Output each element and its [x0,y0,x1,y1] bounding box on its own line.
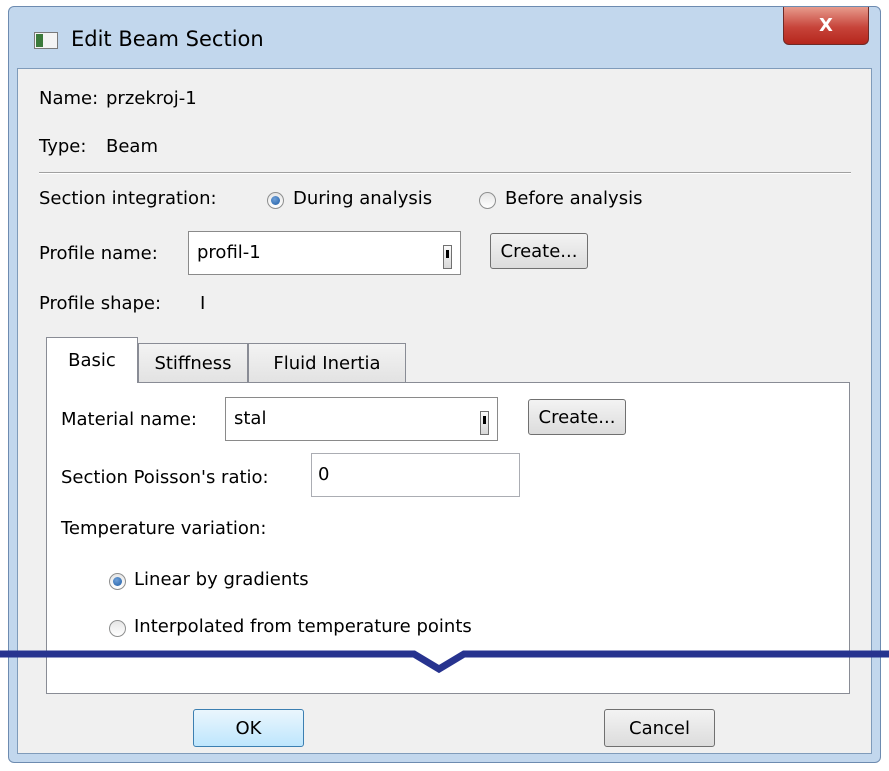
linear-by-gradients-radio[interactable] [109,573,126,590]
window-icon [34,32,58,49]
ok-label: OK [235,717,262,739]
profile-shape-label: Profile shape: [39,293,162,314]
close-button[interactable]: X [783,7,869,45]
tab-fluid-inertia-label: Fluid Inertia [273,353,381,374]
interpolated-radio[interactable] [109,620,126,637]
name-value: przekroj-1 [106,88,197,109]
before-analysis-label[interactable]: Before analysis [505,188,642,209]
poisson-ratio-field[interactable] [311,453,520,497]
separator [39,172,851,174]
screenshot-break-line [0,650,889,674]
material-create-button[interactable]: Create... [528,399,626,435]
cancel-button[interactable]: Cancel [604,709,715,747]
during-analysis-label[interactable]: During analysis [293,188,432,209]
tab-basic[interactable]: Basic [46,337,138,383]
material-name-label: Material name: [61,409,197,430]
dropdown-arrow-icon[interactable] [443,245,452,269]
section-integration-label: Section integration: [39,188,217,209]
profile-name-label: Profile name: [39,243,158,264]
profile-shape-value: I [200,293,206,314]
type-label: Type: [39,136,87,157]
before-analysis-radio[interactable] [479,192,496,209]
linear-by-gradients-label[interactable]: Linear by gradients [134,569,309,590]
tab-stiffness-label: Stiffness [154,353,232,374]
temperature-variation-label: Temperature variation: [61,518,267,539]
close-icon: X [819,15,833,36]
poisson-ratio-label: Section Poisson's ratio: [61,467,269,488]
tab-stiffness[interactable]: Stiffness [138,343,248,383]
material-name-value: stal [234,408,267,429]
material-create-label: Create... [538,406,616,428]
dropdown-arrow-icon[interactable] [480,411,489,435]
profile-name-value: profil-1 [197,242,261,263]
profile-name-select[interactable]: profil-1 [188,231,461,275]
cancel-label: Cancel [629,717,690,739]
profile-create-button[interactable]: Create... [490,233,588,269]
type-value: Beam [106,136,158,157]
tab-fluid-inertia[interactable]: Fluid Inertia [248,343,406,383]
tab-basic-label: Basic [68,350,116,371]
poisson-ratio-input[interactable] [318,464,505,485]
material-name-select[interactable]: stal [225,397,498,441]
window-title: Edit Beam Section [71,27,264,51]
profile-create-label: Create... [500,240,578,262]
ok-button[interactable]: OK [193,709,304,747]
name-label: Name: [39,88,99,109]
title-bar[interactable]: Edit Beam Section X [9,7,880,69]
interpolated-label[interactable]: Interpolated from temperature points [134,616,472,637]
during-analysis-radio[interactable] [267,192,284,209]
